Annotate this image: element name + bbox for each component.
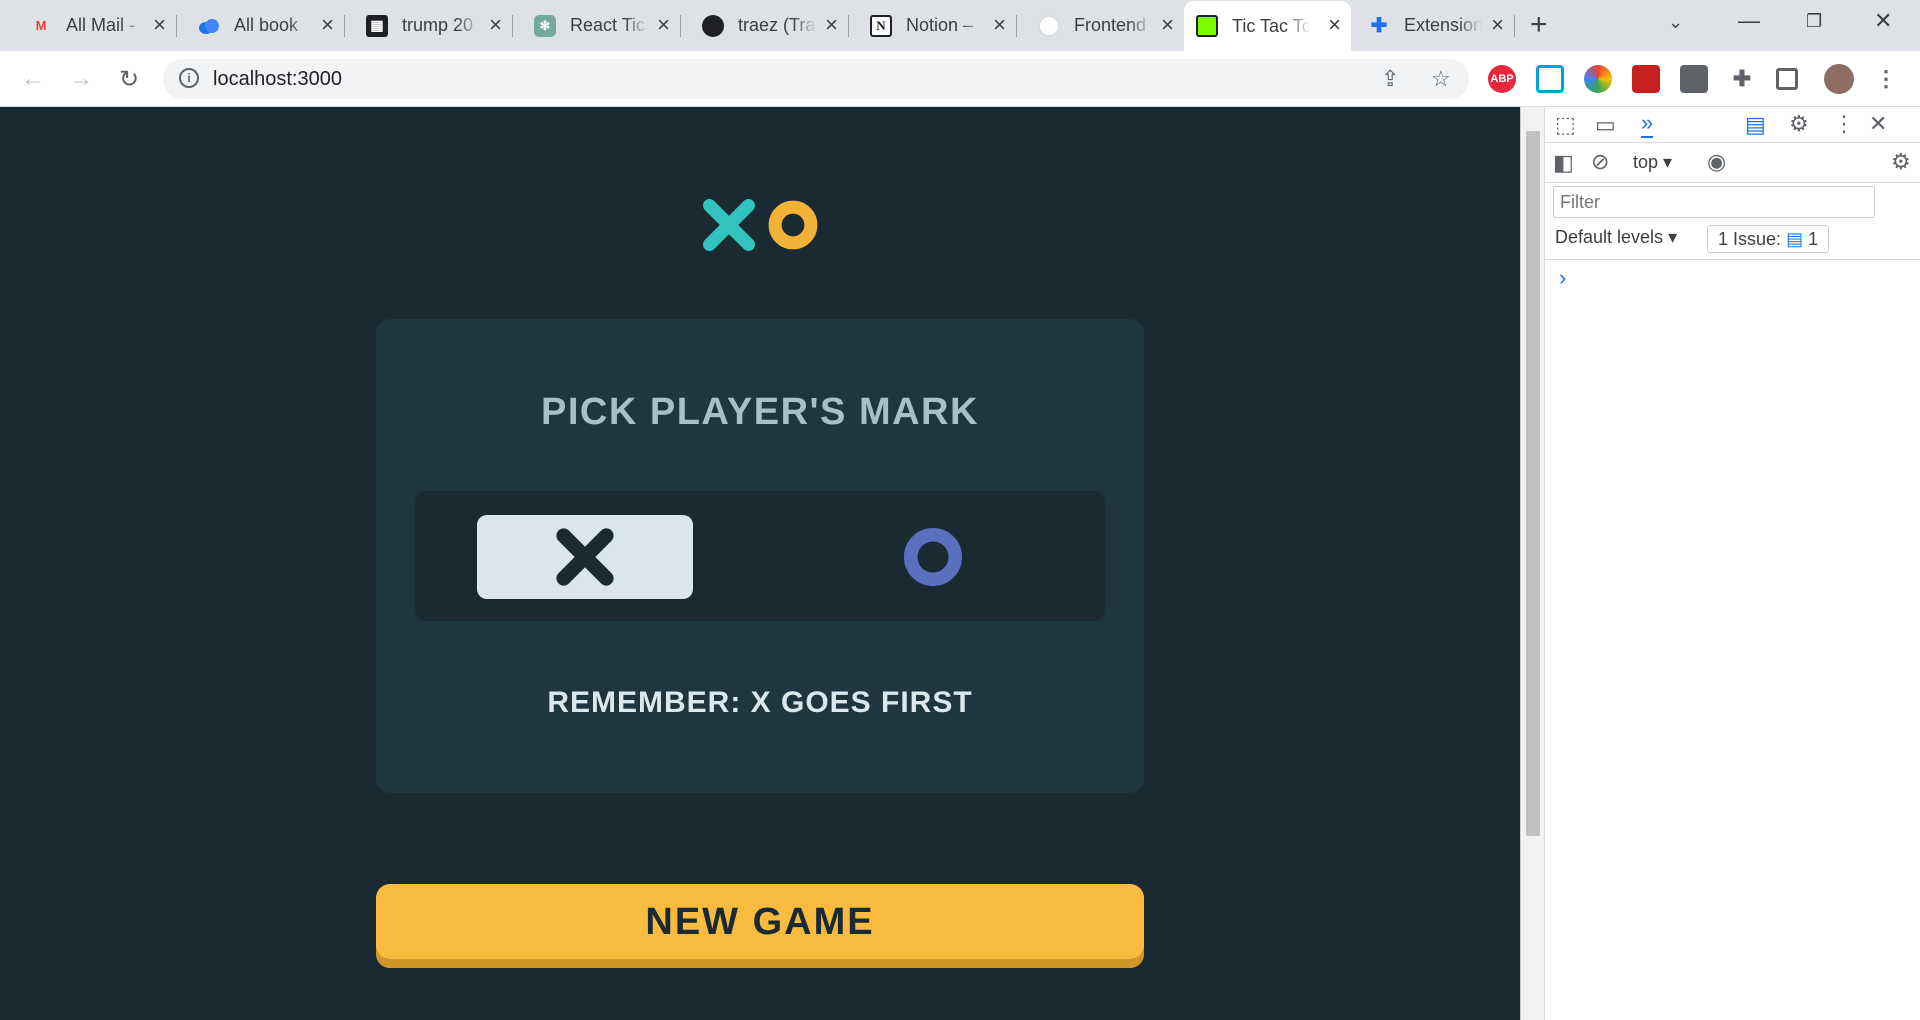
issues-counter-button[interactable]: 1 Issue: ▤ 1 — [1707, 225, 1830, 253]
side-panel-icon[interactable] — [1776, 68, 1798, 90]
live-expression-eye-icon[interactable]: ◉ — [1707, 149, 1726, 175]
minimize-button[interactable]: — — [1738, 8, 1760, 34]
pen-ext-icon[interactable] — [1680, 65, 1708, 93]
url-text[interactable]: localhost:3000 — [213, 68, 342, 91]
issues-count: 1 — [1808, 229, 1819, 249]
tab-trump[interactable]: ▦ trump 20 × — [354, 8, 513, 43]
close-tab-icon[interactable]: × — [825, 12, 838, 38]
close-tab-icon[interactable]: × — [153, 12, 166, 38]
page-viewport: PICK PLAYER'S MARK REMEMBER: X GOES FIRS… — [0, 107, 1520, 1020]
tab-bookmarks[interactable]: All book × — [186, 8, 345, 43]
tab-chatgpt[interactable]: ✻ React Tic × — [522, 8, 681, 43]
github-icon — [702, 14, 724, 37]
console-settings-icon[interactable]: ⚙ — [1891, 149, 1911, 175]
color-picker-icon[interactable] — [1584, 65, 1612, 93]
card-title: PICK PLAYER'S MARK — [541, 391, 979, 433]
tab-frontend[interactable]: Frontend × — [1026, 8, 1184, 43]
new-tab-button[interactable]: + — [1530, 8, 1548, 42]
divider — [1545, 259, 1920, 260]
x-logo-icon — [703, 199, 755, 251]
openai-icon: ✻ — [534, 14, 556, 37]
site-info-icon[interactable]: i — [179, 68, 199, 88]
restore-button[interactable]: ❐ — [1806, 11, 1822, 32]
tab-title: Extension — [1404, 15, 1482, 35]
settings-gear-icon[interactable]: ⚙ — [1789, 111, 1809, 137]
tab-title: React Tic — [570, 15, 646, 35]
close-tab-icon[interactable]: × — [489, 12, 502, 38]
console-filter-input[interactable] — [1553, 186, 1875, 218]
levels-label: Default levels — [1555, 227, 1664, 247]
close-window-button[interactable]: ✕ — [1874, 8, 1892, 34]
devtools-panel: ⬚ ▭ » ▤ ⚙ ⋮ ✕ ◧ ⊘ top ▾ ◉ ⚙ Default leve… — [1520, 107, 1920, 1020]
o-mark-icon — [903, 527, 963, 587]
tab-title: traez (Tra — [738, 15, 816, 35]
new-game-button[interactable]: NEW GAME — [376, 884, 1144, 968]
address-bar[interactable]: i localhost:3000 ⇪ ☆ — [163, 59, 1469, 99]
more-options-icon[interactable]: ⋮ — [1833, 111, 1855, 137]
screenshot-ext-icon[interactable] — [1632, 65, 1660, 93]
grid-icon: ▦ — [366, 14, 388, 37]
console-toolbar: ◧ ⊘ top ▾ ◉ ⚙ — [1545, 143, 1920, 183]
adblock-icon[interactable]: ABP — [1488, 65, 1516, 93]
forward-icon[interactable]: → — [64, 62, 98, 96]
frontend-mentor-icon — [1038, 14, 1060, 37]
close-tab-icon[interactable]: × — [657, 12, 670, 38]
back-icon[interactable]: ← — [16, 62, 50, 96]
close-tab-icon[interactable]: × — [993, 12, 1006, 38]
tab-title: All Mail - — [66, 15, 136, 35]
tab-gmail[interactable]: M All Mail - × — [18, 8, 177, 43]
close-devtools-icon[interactable]: ✕ — [1869, 111, 1887, 137]
clear-console-icon[interactable]: ⊘ — [1591, 149, 1609, 175]
extensions-puzzle-icon[interactable]: ✚ — [1728, 65, 1756, 93]
tictactoe-icon — [1196, 15, 1218, 37]
browser-toolbar: ← → ↻ i localhost:3000 ⇪ ☆ ABP ✚ ⋮ — [0, 51, 1920, 107]
pick-mark-card: PICK PLAYER'S MARK REMEMBER: X GOES FIRS… — [376, 319, 1144, 793]
devtools-tabbar: ⬚ ▭ » ▤ ⚙ ⋮ ✕ — [1545, 107, 1920, 143]
tab-title: Notion – — [906, 15, 974, 35]
inspect-element-icon[interactable]: ⬚ — [1555, 112, 1576, 138]
o-option-button[interactable] — [825, 515, 1041, 599]
tab-github[interactable]: traez (Tra × — [690, 8, 849, 43]
issues-chat-icon[interactable]: ▤ — [1745, 112, 1766, 138]
console-prompt-icon[interactable]: › — [1559, 265, 1566, 291]
menu-kebab-icon[interactable]: ⋮ — [1872, 65, 1900, 93]
x-mark-icon — [556, 528, 614, 586]
bookmark-star-icon[interactable]: ☆ — [1431, 66, 1451, 92]
tab-title: All book — [234, 15, 299, 35]
tab-tic-tac-toe[interactable]: Tic Tac To × — [1184, 1, 1351, 51]
context-select[interactable]: top ▾ — [1633, 152, 1672, 173]
puzzle-icon: ✚ — [1370, 15, 1388, 37]
o-logo-icon — [768, 200, 818, 250]
close-tab-icon[interactable]: × — [321, 12, 334, 38]
share-icon[interactable]: ⇪ — [1381, 66, 1399, 92]
mark-toggle — [415, 491, 1105, 621]
tab-title: Tic Tac To — [1232, 15, 1310, 36]
reload-icon[interactable]: ↻ — [112, 62, 146, 96]
tab-extensions[interactable]: ✚ Extension × — [1356, 8, 1515, 43]
tab-title: trump 20 — [402, 15, 474, 35]
issue-chat-icon: ▤ — [1786, 229, 1804, 249]
translate-ext-icon[interactable] — [1536, 65, 1564, 93]
log-levels-dropdown[interactable]: Default levels ▾ — [1555, 227, 1677, 248]
remember-hint: REMEMBER: X GOES FIRST — [547, 686, 973, 719]
gmail-icon: M — [35, 18, 47, 33]
tab-search-icon[interactable]: ⌄ — [1668, 12, 1683, 33]
page-scrollbar[interactable] — [1521, 107, 1545, 1020]
cloud-icon — [198, 15, 220, 37]
tab-title: Frontend — [1074, 15, 1147, 35]
close-tab-icon[interactable]: × — [1161, 12, 1174, 38]
device-toolbar-icon[interactable]: ▭ — [1595, 112, 1616, 138]
close-tab-icon[interactable]: × — [1328, 12, 1341, 38]
more-tabs-icon[interactable]: » — [1641, 110, 1654, 138]
tab-notion[interactable]: N Notion – × — [858, 8, 1017, 43]
avatar[interactable] — [1824, 64, 1854, 94]
notion-icon: N — [870, 14, 892, 37]
context-label: top — [1633, 152, 1659, 172]
close-tab-icon[interactable]: × — [1491, 12, 1504, 38]
issues-label: 1 Issue: — [1718, 229, 1782, 249]
x-option-button[interactable] — [477, 515, 693, 599]
game-logo — [703, 199, 819, 251]
tab-strip: M All Mail - × All book × ▦ trump 20 × ✻… — [0, 0, 1920, 51]
sidebar-toggle-icon[interactable]: ◧ — [1553, 150, 1574, 176]
